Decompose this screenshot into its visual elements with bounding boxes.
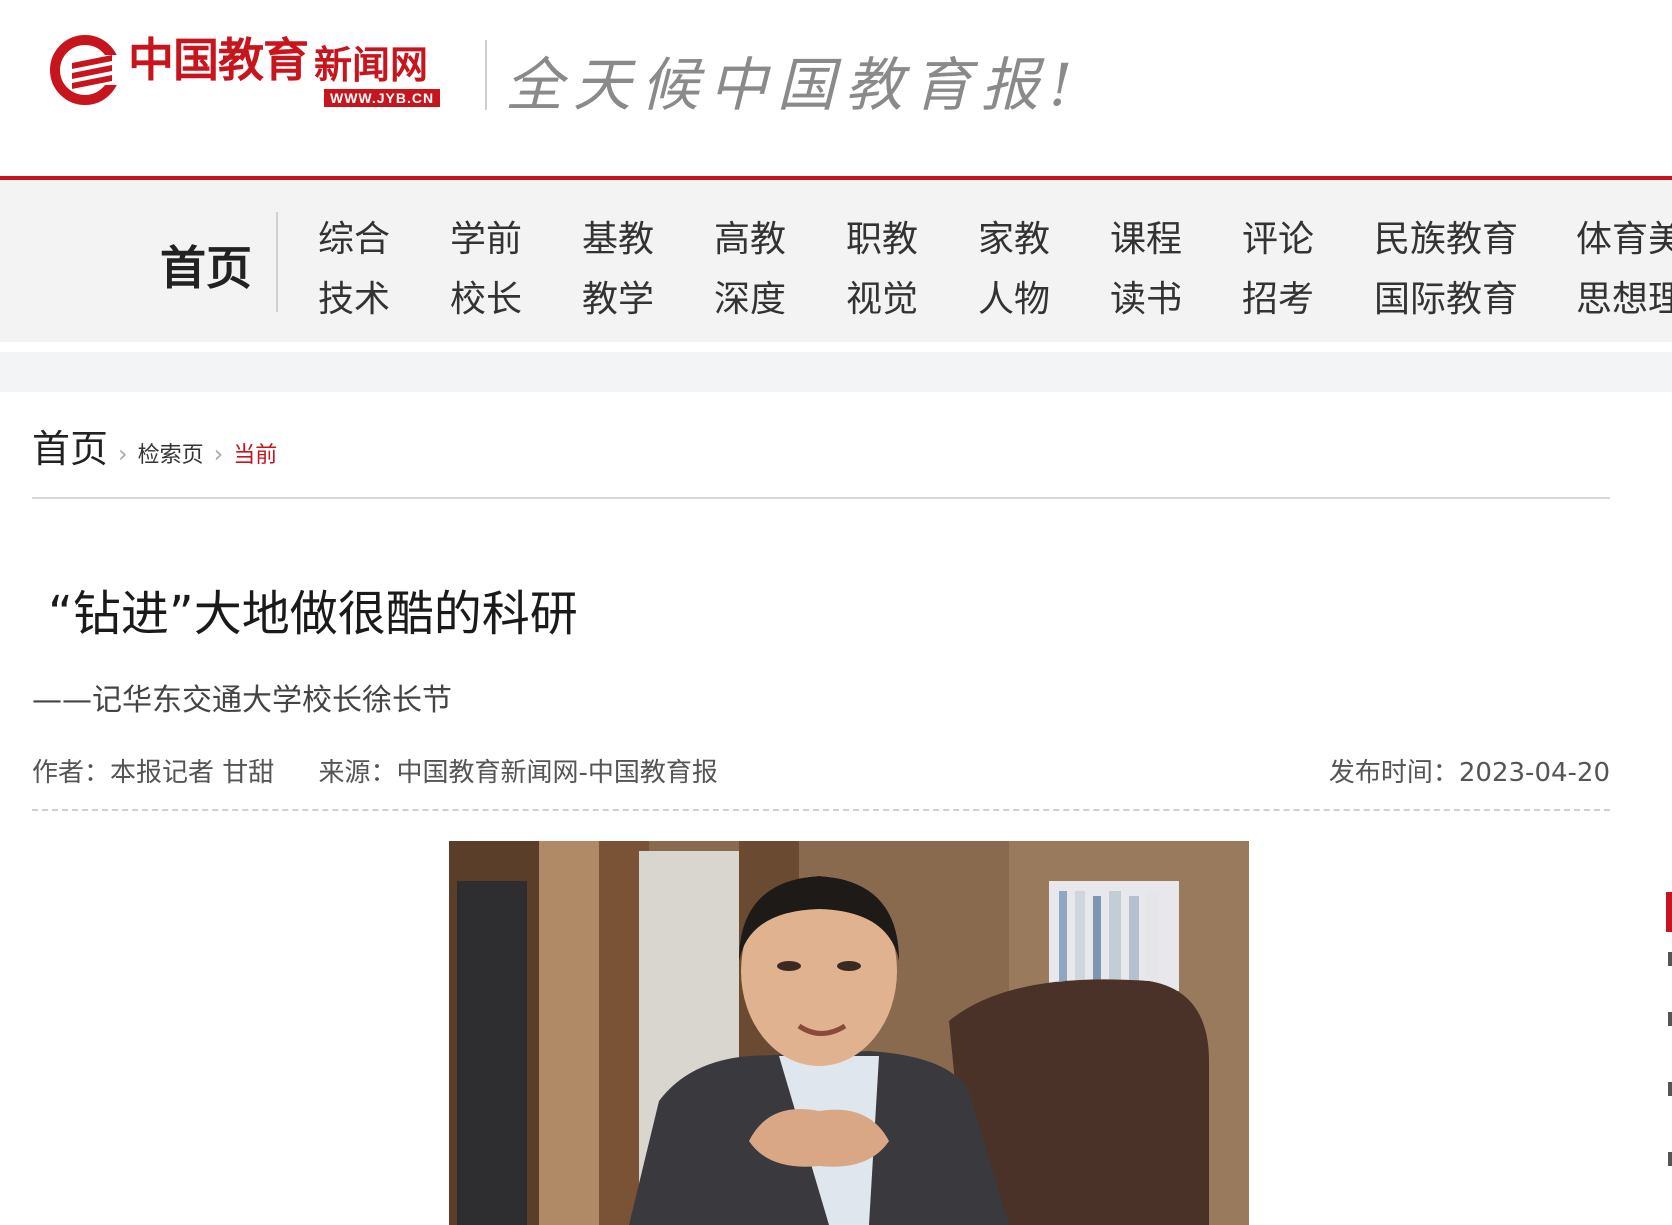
chevron-right-icon: ›	[118, 440, 128, 468]
gap-band	[0, 352, 1672, 392]
logo-mark-icon	[50, 35, 124, 105]
page: 中国教育 新闻网 WWW.JYB.CN 全天候中国教育报! 首页 综合 技术 学前校…	[0, 0, 1672, 1225]
nav-item[interactable]: 职教	[846, 210, 918, 270]
nav-item[interactable]: 校长	[450, 270, 522, 330]
main-nav: 首页 综合 技术 学前 校长 基教 教学 高教 深度 职教 视觉 家教 人物 课程 读书 评论 招考 民族教育国…	[0, 180, 1672, 342]
nav-column: 职教 视觉	[846, 210, 918, 330]
nav-item[interactable]: 课程	[1110, 210, 1182, 270]
nav-item[interactable]: 综合	[318, 210, 390, 270]
nav-column: 民族教育 国际教育	[1374, 210, 1518, 330]
breadcrumb-home[interactable]: 首页	[32, 418, 108, 473]
logo-url: WWW.JYB.CN	[324, 89, 441, 107]
nav-item[interactable]: 读书	[1110, 270, 1182, 330]
logo-divider	[485, 40, 487, 110]
chevron-right-icon: ›	[213, 440, 224, 468]
nav-home[interactable]: 首页	[160, 232, 252, 298]
edge-mark	[1668, 952, 1672, 966]
nav-item[interactable]: 体育美	[1576, 210, 1672, 270]
logo-name: 中国教育	[128, 33, 309, 87]
nav-separator	[276, 212, 278, 312]
meta-divider	[32, 809, 1610, 811]
site-logo[interactable]: 中国教育 新闻网 WWW.JYB.CN	[50, 30, 441, 110]
logo-net: 新闻网	[314, 42, 429, 87]
slogan: 全天候中国教育报!	[505, 51, 1083, 119]
nav-item[interactable]: 评论	[1242, 210, 1314, 270]
nav-item[interactable]: 学前	[450, 210, 522, 270]
nav-item[interactable]: 家教	[978, 210, 1050, 270]
nav-column: 学前 校长	[450, 210, 522, 330]
article-author: 作者：本报记者 甘甜	[32, 758, 275, 788]
nav-column: 高教 深度	[714, 210, 786, 330]
nav-item[interactable]: 教学	[582, 270, 654, 330]
nav-item[interactable]: 招考	[1242, 270, 1314, 330]
article-photo	[449, 841, 1249, 1225]
nav-item[interactable]: 思想理	[1576, 270, 1672, 330]
article-source: 来源：中国教育新闻网-中国教育报	[318, 758, 718, 788]
edge-mark	[1668, 1012, 1672, 1026]
article-meta: 作者：本报记者 甘甜 来源：中国教育新闻网-中国教育报	[32, 752, 754, 789]
breadcrumb-divider	[32, 497, 1610, 499]
breadcrumb-current: 当前	[233, 443, 278, 468]
article-subtitle: ——记华东交通大学校长徐长节	[32, 683, 452, 718]
nav-item[interactable]: 国际教育	[1374, 270, 1518, 330]
nav-column: 课程 读书	[1110, 210, 1182, 330]
nav-item[interactable]: 基教	[582, 210, 654, 270]
nav-column: 基教 教学	[582, 210, 654, 330]
nav-item[interactable]: 技术	[318, 270, 390, 330]
nav-column: 体育美 思想理	[1576, 210, 1672, 330]
nav-item[interactable]: 视觉	[846, 270, 918, 330]
edge-accent	[1666, 892, 1672, 932]
breadcrumb-search[interactable]: 检索页	[138, 437, 204, 469]
nav-item[interactable]: 人物	[978, 270, 1050, 330]
nav-item[interactable]: 深度	[714, 270, 786, 330]
article-content: 首页 › 检索页 › 当前 “钻进”大地做很酷的科研 ——记华东交通大学校长徐长…	[0, 392, 1672, 1225]
nav-column: 评论 招考	[1242, 210, 1314, 330]
nav-column: 综合 技术	[318, 210, 390, 330]
edge-mark	[1668, 1152, 1672, 1166]
site-header: 中国教育 新闻网 WWW.JYB.CN 全天候中国教育报!	[0, 0, 1672, 180]
nav-column: 家教 人物	[978, 210, 1050, 330]
nav-item[interactable]: 民族教育	[1374, 210, 1518, 270]
article-title: “钻进”大地做很酷的科研	[48, 586, 578, 642]
breadcrumb: 首页 › 检索页 › 当前	[32, 418, 277, 473]
edge-mark	[1668, 1082, 1672, 1096]
nav-item[interactable]: 高教	[714, 210, 786, 270]
article-publish-time: 发布时间：2023-04-20	[1328, 758, 1610, 788]
